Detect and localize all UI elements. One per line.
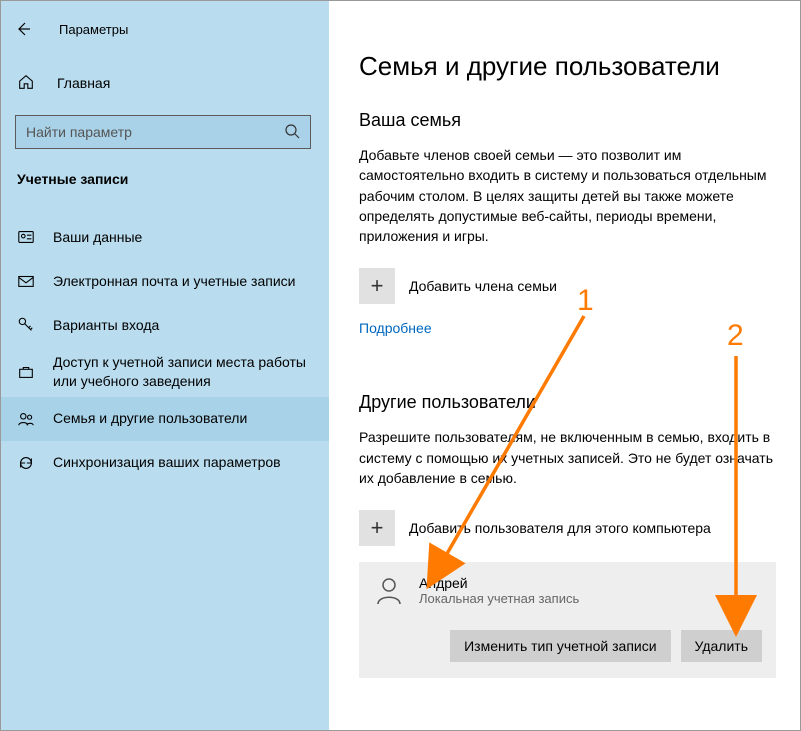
key-icon xyxy=(17,316,35,334)
others-section-desc: Разрешите пользователям, не включенным в… xyxy=(359,427,776,488)
nav-item-your-info[interactable]: Ваши данные xyxy=(1,215,329,259)
user-type: Локальная учетная запись xyxy=(419,591,579,606)
search-input[interactable] xyxy=(26,124,284,140)
add-other-user-button[interactable]: + Добавить пользователя для этого компью… xyxy=(359,510,776,546)
add-family-member-button[interactable]: + Добавить члена семьи xyxy=(359,268,776,304)
sidebar: Параметры Главная Учетные записи Ваши да… xyxy=(1,1,329,730)
plus-icon: + xyxy=(359,268,395,304)
nav-item-sync[interactable]: Синхронизация ваших параметров xyxy=(1,441,329,485)
app-title: Параметры xyxy=(59,22,128,37)
briefcase-icon xyxy=(17,363,35,381)
nav-item-label: Ваши данные xyxy=(53,228,142,247)
nav-item-label: Электронная почта и учетные записи xyxy=(53,272,295,291)
nav-item-label: Варианты входа xyxy=(53,316,159,335)
home-label: Главная xyxy=(57,75,110,91)
person-card-icon xyxy=(17,228,35,246)
category-heading: Учетные записи xyxy=(1,149,329,197)
back-button[interactable] xyxy=(15,21,31,37)
back-arrow-icon xyxy=(15,21,31,37)
nav-item-label: Синхронизация ваших параметров xyxy=(53,453,281,472)
nav-list: Ваши данные Электронная почта и учетные … xyxy=(1,215,329,485)
nav-item-email[interactable]: Электронная почта и учетные записи xyxy=(1,259,329,303)
nav-item-signin[interactable]: Варианты входа xyxy=(1,303,329,347)
learn-more-link[interactable]: Подробнее xyxy=(359,320,432,336)
family-section-title: Ваша семья xyxy=(359,110,776,131)
user-name: Андрей xyxy=(419,575,579,591)
home-icon xyxy=(17,73,35,94)
delete-user-button[interactable]: Удалить xyxy=(681,630,762,662)
main-content: Семья и другие пользователи Ваша семья Д… xyxy=(329,1,800,730)
others-section-title: Другие пользователи xyxy=(359,392,776,413)
nav-item-label: Семья и другие пользователи xyxy=(53,409,247,428)
nav-item-family[interactable]: Семья и другие пользователи xyxy=(1,397,329,441)
user-card[interactable]: Андрей Локальная учетная запись Изменить… xyxy=(359,562,776,678)
annotation-number-2: 2 xyxy=(727,319,744,353)
nav-item-work[interactable]: Доступ к учетной записи места работы или… xyxy=(1,347,329,397)
avatar-icon xyxy=(373,574,405,606)
plus-icon: + xyxy=(359,510,395,546)
search-box[interactable] xyxy=(15,115,311,149)
search-icon xyxy=(284,123,300,142)
home-nav[interactable]: Главная xyxy=(1,65,329,101)
mail-icon xyxy=(17,272,35,290)
people-icon xyxy=(17,410,35,428)
add-other-label: Добавить пользователя для этого компьюте… xyxy=(409,520,711,536)
change-account-type-button[interactable]: Изменить тип учетной записи xyxy=(450,630,670,662)
nav-item-label: Доступ к учетной записи места работы или… xyxy=(53,353,309,391)
sync-icon xyxy=(17,454,35,472)
page-title: Семья и другие пользователи xyxy=(359,51,776,82)
add-family-label: Добавить члена семьи xyxy=(409,278,557,294)
titlebar: Параметры xyxy=(1,11,329,47)
user-card-header: Андрей Локальная учетная запись xyxy=(373,574,762,606)
family-section-desc: Добавьте членов своей семьи — это позвол… xyxy=(359,145,776,246)
